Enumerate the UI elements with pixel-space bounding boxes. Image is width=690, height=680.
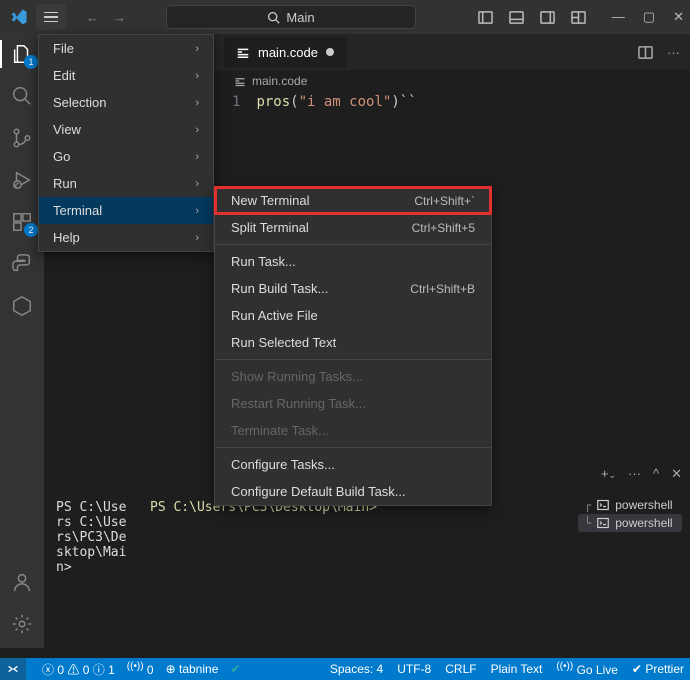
submenu-run-build-task[interactable]: Run Build Task...Ctrl+Shift+B (215, 275, 491, 302)
remote-button[interactable] (0, 658, 26, 680)
submenu-run-task[interactable]: Run Task... (215, 248, 491, 275)
chevron-right-icon: › (195, 151, 199, 163)
shell-label: powershell (615, 516, 672, 530)
layout-panel-icon[interactable] (509, 10, 524, 25)
terminal-icon (597, 499, 609, 511)
chevron-right-icon: › (195, 232, 199, 244)
accounts-icon[interactable] (10, 570, 34, 594)
code-line: pros("i am cool")`` (256, 94, 416, 110)
settings-gear-icon[interactable] (10, 612, 34, 636)
submenu-new-terminal[interactable]: New TerminalCtrl+Shift+` (215, 187, 491, 214)
shell-label: powershell (615, 498, 672, 512)
chevron-right-icon: › (195, 70, 199, 82)
submenu-terminate-task: Terminate Task... (215, 417, 491, 444)
chevron-right-icon: › (195, 97, 199, 109)
submenu-run-selected-text[interactable]: Run Selected Text (215, 329, 491, 356)
status-check-icon: ✔ (230, 662, 240, 676)
submenu-run-active-file[interactable]: Run Active File (215, 302, 491, 329)
menu-separator (215, 359, 491, 360)
menu-run[interactable]: Run› (39, 170, 213, 197)
status-tabnine[interactable]: ⊕ tabnine (166, 662, 219, 676)
add-terminal-icon[interactable]: +⌄ (601, 466, 616, 482)
explorer-badge: 1 (24, 55, 38, 69)
terminal-icon (597, 517, 609, 529)
menu-view[interactable]: View› (39, 116, 213, 143)
breadcrumb-file: main.code (252, 74, 307, 88)
terminal-submenu: New TerminalCtrl+Shift+` Split TerminalC… (214, 186, 492, 506)
terminal-maximize-icon[interactable]: ^ (653, 466, 659, 482)
editor-tab-main[interactable]: main.code (224, 37, 346, 68)
statusbar: ⓧ 0 ⚠ 0 ⓘ 1 ((•)) 0 ⊕ tabnine ✔ Spaces: … (0, 658, 690, 680)
terminal-more-icon[interactable]: ··· (628, 466, 641, 482)
submenu-configure-tasks[interactable]: Configure Tasks... (215, 451, 491, 478)
menu-help[interactable]: Help› (39, 224, 213, 251)
terminal-shell-2[interactable]: └ powershell (578, 514, 682, 532)
chevron-right-icon: › (195, 205, 199, 217)
submenu-restart-running-task: Restart Running Task... (215, 390, 491, 417)
python-env-icon[interactable] (10, 252, 34, 276)
terminal-col1: PS C:\Users C:\Users\PC3\Desktop\Main> (56, 500, 132, 650)
menu-edit[interactable]: Edit› (39, 62, 213, 89)
search-icon (267, 11, 280, 24)
submenu-split-terminal[interactable]: Split TerminalCtrl+Shift+5 (215, 214, 491, 241)
extensions-icon[interactable]: 2 (10, 210, 34, 234)
status-lang[interactable]: Plain Text (491, 662, 543, 676)
main-menu-dropdown: File› Edit› Selection› View› Go› Run› Te… (38, 34, 214, 252)
tab-label: main.code (258, 45, 318, 60)
status-port[interactable]: ((•)) 0 (127, 661, 154, 677)
layout-customize-icon[interactable] (571, 10, 586, 25)
status-encoding[interactable]: UTF-8 (397, 662, 431, 676)
terminal-col2: PS C:\Users\PC3\Desktop\Main> (150, 500, 377, 650)
menu-terminal[interactable]: Terminal› (39, 197, 213, 224)
maximize-window-icon[interactable]: ▢ (643, 9, 655, 25)
titlebar: ← → Main — ▢ ✕ (0, 0, 690, 34)
status-spaces[interactable]: Spaces: 4 (330, 662, 383, 676)
run-debug-icon[interactable] (10, 168, 34, 192)
menu-separator (215, 244, 491, 245)
split-editor-icon[interactable] (638, 45, 653, 60)
file-icon (236, 45, 250, 59)
source-control-icon[interactable] (10, 126, 34, 150)
menu-file[interactable]: File› (39, 35, 213, 62)
status-eol[interactable]: CRLF (445, 662, 476, 676)
hexagon-icon[interactable] (10, 294, 34, 318)
hamburger-menu-button[interactable] (36, 4, 66, 30)
search-activity-icon[interactable] (10, 84, 34, 108)
command-center-search[interactable]: Main (166, 5, 416, 29)
terminal-sidebar: +⌄ ··· ^ ✕ ┌ powershell └ powershell (570, 460, 690, 660)
status-golive[interactable]: ((•)) Go Live (556, 661, 618, 677)
file-icon (234, 75, 246, 87)
menu-go[interactable]: Go› (39, 143, 213, 170)
chevron-right-icon: › (195, 124, 199, 136)
layout-side-left-icon[interactable] (478, 10, 493, 25)
extensions-badge: 2 (24, 223, 38, 237)
terminal-shell-1[interactable]: ┌ powershell (578, 496, 682, 514)
minimize-window-icon[interactable]: — (612, 9, 625, 25)
tree-branch-icon: ┌ (584, 498, 591, 512)
chevron-right-icon: › (195, 178, 199, 190)
layout-side-right-icon[interactable] (540, 10, 555, 25)
menu-selection[interactable]: Selection› (39, 89, 213, 116)
submenu-configure-default-build[interactable]: Configure Default Build Task... (215, 478, 491, 505)
menu-separator (215, 447, 491, 448)
terminal-close-icon[interactable]: ✕ (671, 466, 682, 482)
vscode-logo-icon (10, 8, 28, 26)
nav-back-icon[interactable]: ← (86, 10, 99, 25)
search-label: Main (286, 10, 314, 25)
submenu-show-running-tasks: Show Running Tasks... (215, 363, 491, 390)
status-errors[interactable]: ⓧ 0 ⚠ 0 ⓘ 1 (42, 661, 115, 678)
dirty-indicator-icon (326, 48, 334, 56)
nav-forward-icon[interactable]: → (113, 10, 126, 25)
more-actions-icon[interactable]: ··· (667, 45, 680, 60)
line-number: 1 (232, 94, 240, 110)
chevron-right-icon: › (195, 43, 199, 55)
tree-branch-icon: └ (584, 516, 591, 530)
status-prettier[interactable]: ✔ Prettier (632, 662, 684, 676)
close-window-icon[interactable]: ✕ (673, 9, 684, 25)
explorer-icon[interactable]: 1 (10, 42, 34, 66)
